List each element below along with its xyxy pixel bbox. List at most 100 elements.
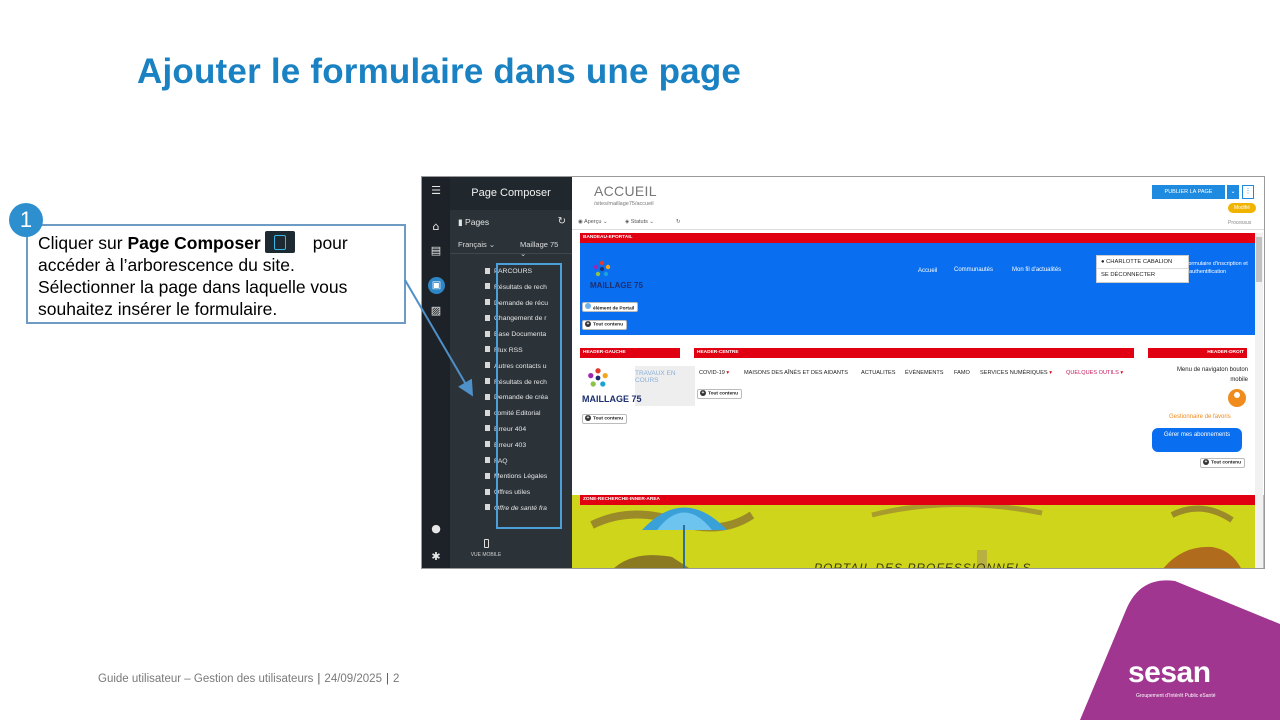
cms-screenshot: ☰ ⌂ ▤ ▣ ▨ ● ✱ Page Composer ▮ Pages ↻ Fr…	[421, 176, 1265, 569]
maillage-logo-text: MAILLAGE 75	[590, 281, 643, 290]
nav-maisons[interactable]: MAISONS DES AÎNÉS ET DES AIDANTS	[744, 370, 848, 376]
add-content-button[interactable]: + Tout contenu	[582, 414, 628, 424]
band-header-right: HEADER-DROIT	[1148, 348, 1247, 358]
status-label: Statuts	[630, 219, 648, 225]
language-select[interactable]: Français	[458, 240, 487, 249]
pages-doc-icon: ▮	[458, 217, 466, 227]
page-icon	[485, 283, 490, 290]
plus-icon: +	[1203, 459, 1209, 465]
page-icon	[485, 299, 490, 306]
nav-label: SERVICES NUMÉRIQUES	[980, 370, 1048, 376]
editor-scrollbar[interactable]	[1255, 233, 1263, 568]
nav-accueil[interactable]: Accueil	[918, 268, 937, 274]
page-icon	[485, 378, 490, 385]
band-top: BANDEAU-EPORTAIL	[580, 233, 1255, 243]
plus-icon: +	[585, 321, 591, 327]
footer-page-number: 2	[392, 673, 400, 685]
portal-element-label: élément de Portail	[593, 306, 635, 312]
favorites-manager-link[interactable]: Gestionnaire de favoris	[1169, 414, 1231, 420]
status-badge: Modifié	[1228, 203, 1256, 213]
sesan-logo: sesan Groupement d’Intérêt Public eSanté	[1128, 655, 1258, 703]
sesan-logo-subtitle: Groupement d’Intérêt Public eSanté	[1136, 693, 1216, 699]
works-text: TRAVAUX EN COURS	[635, 370, 676, 384]
pages-label: Pages	[465, 217, 490, 227]
nav-communautes[interactable]: Communautés	[954, 267, 993, 273]
mobile-menu-text: Menu de navigaton bouton mobile	[1176, 367, 1248, 383]
composer-title: Page Composer	[450, 177, 572, 210]
portal-title: PORTAIL DES PROFESSIONNELS	[814, 561, 1032, 569]
nav-label: COVID-19	[699, 370, 725, 376]
preview-toggle[interactable]: ◉ Aperçu ⌄	[578, 219, 608, 225]
add-content-label: Tout contenu	[1211, 460, 1242, 466]
user-menu[interactable]: ● CHARLOTTE CABALION SE DÉCONNECTER	[1096, 255, 1189, 283]
footer-date: 24/09/2025	[324, 673, 382, 685]
page-icon	[485, 393, 490, 400]
nav-actualites[interactable]: ACTUALITES	[861, 370, 896, 376]
caret-icon: ▾	[1120, 370, 1124, 376]
nav-evenements[interactable]: ÉVÈNEMENTS	[905, 370, 944, 376]
more-options-icon[interactable]: ⋮	[1242, 185, 1254, 199]
publish-button[interactable]: PUBLIER LA PAGE	[1152, 185, 1225, 199]
sesan-logo-text: sesan	[1128, 656, 1211, 689]
add-content-button[interactable]: + Tout contenu	[582, 320, 628, 330]
phone-icon	[483, 539, 489, 548]
search-area-illustration	[590, 502, 1241, 568]
page-composer-panel: Page Composer ▮ Pages ↻ Français ⌄ Maill…	[450, 177, 593, 568]
reload-icon[interactable]: ↻	[676, 219, 681, 225]
page-icon	[485, 472, 490, 479]
maillage-logo-icon-small	[588, 368, 608, 387]
publish-dropdown-icon[interactable]: ⌄	[1227, 185, 1239, 199]
add-content-button[interactable]: + Tout contenu	[1200, 458, 1246, 468]
user-icon[interactable]: ●	[430, 523, 442, 535]
nav-outils[interactable]: QUELQUES OUTILS ▾	[1066, 370, 1123, 376]
page-icon	[485, 409, 490, 416]
manage-subscriptions-button[interactable]: Gérer mes abonnements	[1152, 428, 1242, 452]
caret-icon: ▾	[1049, 370, 1053, 376]
band-header-left: HEADER-GAUCHE	[580, 348, 680, 358]
mobile-view-label: VUE MOBILE	[470, 552, 502, 558]
callout-bold-page-composer: Page Composer	[127, 233, 261, 253]
plus-icon	[585, 303, 591, 309]
menu-icon[interactable]: ☰	[430, 185, 442, 197]
page-composer-rail-icon[interactable]: ▣	[428, 277, 445, 294]
page-icon	[485, 425, 490, 432]
add-content-button[interactable]: + Tout contenu	[697, 389, 743, 399]
refresh-icon[interactable]: ↻	[558, 216, 566, 227]
images-icon[interactable]: ▨	[430, 305, 442, 317]
divider	[450, 253, 572, 254]
plus-icon: +	[700, 390, 706, 396]
user-avatar-icon[interactable]	[1228, 389, 1246, 407]
form-placeholder-text: Formulaire d'inscription et d'authentifi…	[1185, 261, 1248, 275]
home-icon[interactable]: ⌂	[430, 221, 442, 233]
nav-mon-fil[interactable]: Mon fil d'actualités	[1012, 267, 1061, 273]
footer: Guide utilisateur – Gestion des utilisat…	[98, 673, 399, 685]
page-icon	[485, 488, 490, 495]
footer-guide: Guide utilisateur – Gestion des utilisat…	[98, 673, 314, 685]
page-icon	[485, 457, 490, 464]
add-content-label: Tout contenu	[593, 416, 624, 422]
page-icon	[485, 330, 490, 337]
scroll-thumb[interactable]	[1256, 237, 1262, 282]
user-name: CHARLOTTE CABALION	[1106, 259, 1173, 265]
maillage-logo-text-small: MAILLAGE 75	[582, 394, 642, 404]
page-icon	[485, 314, 490, 321]
mobile-view-button[interactable]: VUE MOBILE	[466, 539, 506, 558]
nav-covid[interactable]: COVID-19 ▾	[699, 370, 729, 376]
page-title: ACCUEIL	[594, 183, 657, 199]
site-select-label: Maillage 75	[520, 240, 559, 249]
footer-separator: |	[385, 673, 389, 685]
clipboard-icon[interactable]: ▤	[430, 245, 442, 257]
site-select[interactable]: Maillage 75 ⌄	[520, 240, 566, 258]
logout-link[interactable]: SE DÉCONNECTER	[1097, 269, 1188, 282]
chevron-down-icon: ⌄	[486, 240, 496, 249]
portal-element-pill[interactable]: élément de Portail	[582, 302, 639, 312]
gear-icon[interactable]: ✱	[430, 551, 442, 563]
tree-highlight-frame	[496, 263, 562, 529]
slide-title: Ajouter le formulaire dans une page	[137, 52, 742, 91]
instruction-callout: Cliquer sur Page Composer pour accéder à …	[26, 224, 406, 324]
page-icon	[485, 346, 490, 353]
band-header-center: HEADER-CENTRE	[694, 348, 1134, 358]
nav-services[interactable]: SERVICES NUMÉRIQUES ▾	[980, 370, 1052, 376]
nav-famo[interactable]: FAMO	[954, 370, 970, 376]
status-toggle[interactable]: ◈ Statuts ⌄	[625, 219, 654, 225]
